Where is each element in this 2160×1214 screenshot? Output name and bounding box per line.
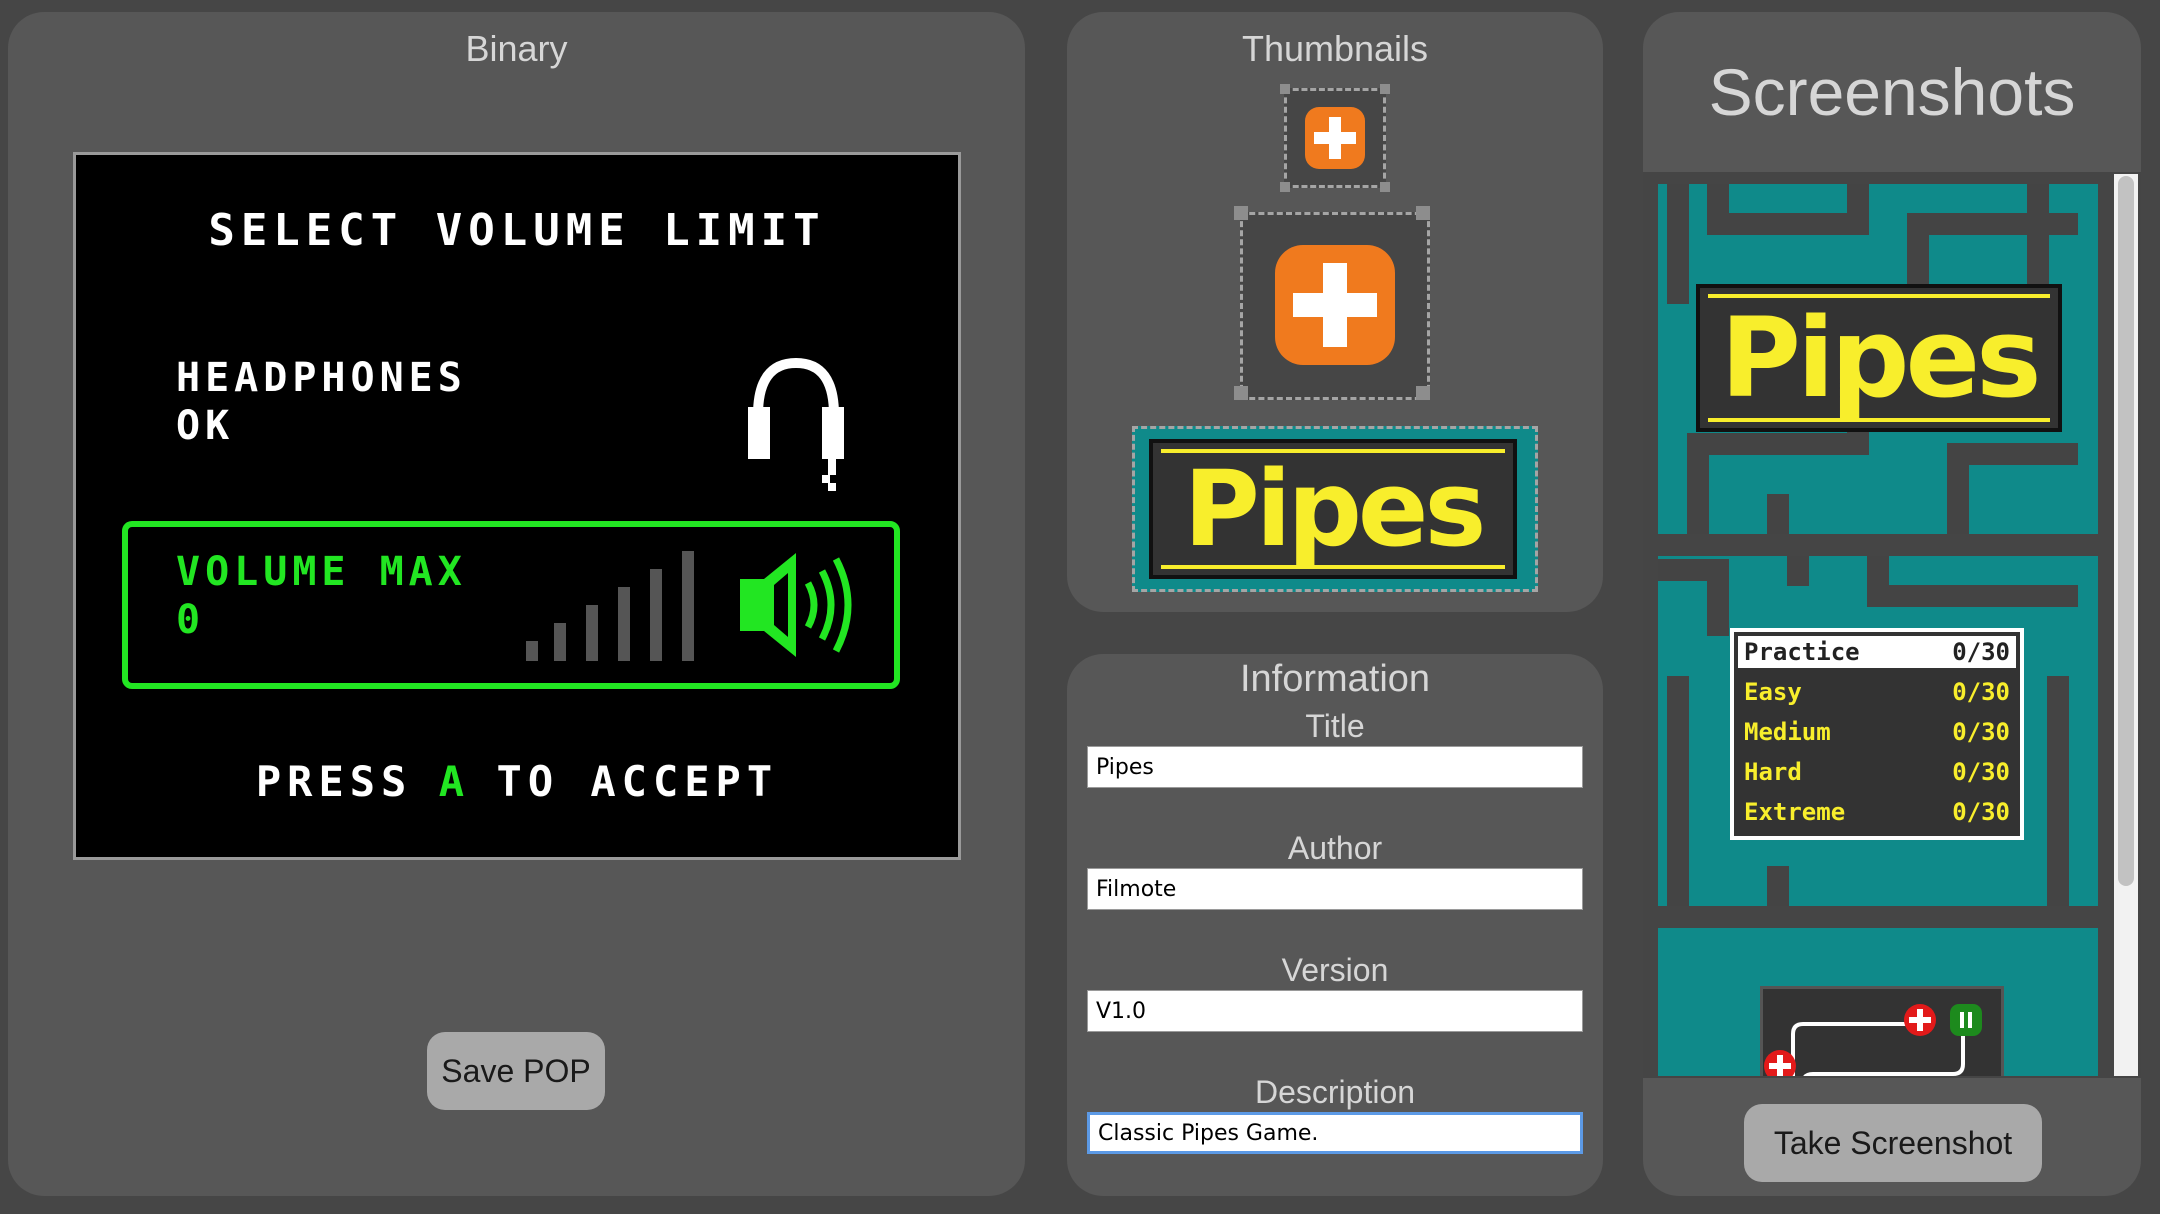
screenshots-title: Screenshots [1708, 55, 2076, 129]
thumbnail-large[interactable]: Pipes [1132, 426, 1538, 592]
menu-item[interactable]: Medium 0/30 [1738, 716, 2016, 748]
headphones-status-line2: OK [176, 403, 235, 449]
resize-handle[interactable] [1234, 386, 1248, 400]
menu-item[interactable]: Extreme 0/30 [1738, 796, 2016, 828]
press-text: PRESS [255, 757, 413, 806]
pause-node-icon [1950, 1004, 1982, 1036]
thumbnail-small[interactable] [1284, 88, 1386, 188]
resize-handle[interactable] [1380, 182, 1390, 192]
a-key-text: A [438, 757, 471, 806]
menu-item[interactable]: Easy 0/30 [1738, 676, 2016, 708]
resize-handle[interactable] [1280, 84, 1290, 94]
description-label: Description [1254, 1074, 1416, 1110]
plus-badge-icon [1275, 245, 1395, 365]
menu-label: Medium [1744, 718, 1831, 746]
pipes-logo-text: Pipes [1183, 448, 1487, 570]
pipes-logo-text: Pipes [1720, 294, 2041, 422]
author-label: Author [1287, 830, 1383, 866]
screenshot-item[interactable]: Pipes [1658, 184, 2098, 534]
take-screenshot-button[interactable]: Take Screenshot [1744, 1104, 2042, 1182]
to-accept-text: TO ACCEPT [496, 757, 779, 806]
plus-node-icon [1764, 1050, 1796, 1076]
menu-item[interactable]: Practice 0/30 [1738, 636, 2016, 668]
game-screen: SELECT VOLUME LIMIT HEADPHONES OK VOLUME… [73, 152, 961, 860]
menu-item[interactable]: Hard 0/30 [1738, 756, 2016, 788]
resize-handle[interactable] [1234, 206, 1248, 220]
version-label: Version [1281, 952, 1389, 988]
menu-score: 0/30 [1952, 718, 2010, 746]
menu-label: Extreme [1744, 798, 1846, 826]
menu-label: Practice [1744, 638, 1860, 666]
difficulty-menu: Practice 0/30 Easy 0/30 Medium 0/30 Hard… [1730, 628, 2024, 840]
headphones-icon [748, 357, 844, 491]
volume-label: VOLUME MAX [176, 549, 467, 595]
title-label: Title [1305, 708, 1365, 744]
information-title: Information [1239, 658, 1431, 700]
resize-handle[interactable] [1280, 182, 1290, 192]
screenshot-item[interactable] [1658, 928, 2098, 1076]
screen-heading: SELECT VOLUME LIMIT [208, 205, 826, 256]
headphones-status-line1: HEADPHONES [176, 355, 467, 401]
version-field[interactable] [1087, 990, 1583, 1032]
accept-prompt: PRESS A TO ACCEPT [76, 757, 958, 806]
menu-score: 0/30 [1952, 638, 2010, 666]
volume-value: 0 [176, 597, 201, 643]
resize-handle[interactable] [1380, 84, 1390, 94]
save-pop-button[interactable]: Save POP [427, 1032, 605, 1110]
volume-bars-icon [526, 551, 694, 661]
plus-badge-icon [1305, 107, 1365, 169]
menu-score: 0/30 [1952, 758, 2010, 786]
plus-node-icon [1904, 1004, 1936, 1036]
menu-label: Easy [1744, 678, 1802, 706]
description-field[interactable] [1087, 1112, 1583, 1154]
thumbnail-medium[interactable] [1240, 212, 1430, 400]
menu-score: 0/30 [1952, 798, 2010, 826]
author-field[interactable] [1087, 868, 1583, 910]
title-field[interactable] [1087, 746, 1583, 788]
speaker-icon [740, 553, 852, 657]
screenshot-item[interactable]: Practice 0/30 Easy 0/30 Medium 0/30 Hard… [1658, 556, 2098, 906]
pipes-logo-box: Pipes [1149, 439, 1517, 579]
menu-score: 0/30 [1952, 678, 2010, 706]
menu-label: Hard [1744, 758, 1802, 786]
pipes-logo-box: Pipes [1696, 284, 2062, 432]
resize-handle[interactable] [1416, 206, 1430, 220]
scrollbar-thumb[interactable] [2118, 176, 2134, 886]
resize-handle[interactable] [1416, 386, 1430, 400]
game-board [1760, 986, 2004, 1076]
thumbnails-title: Thumbnails [1241, 28, 1429, 69]
binary-title: Binary [465, 28, 568, 69]
